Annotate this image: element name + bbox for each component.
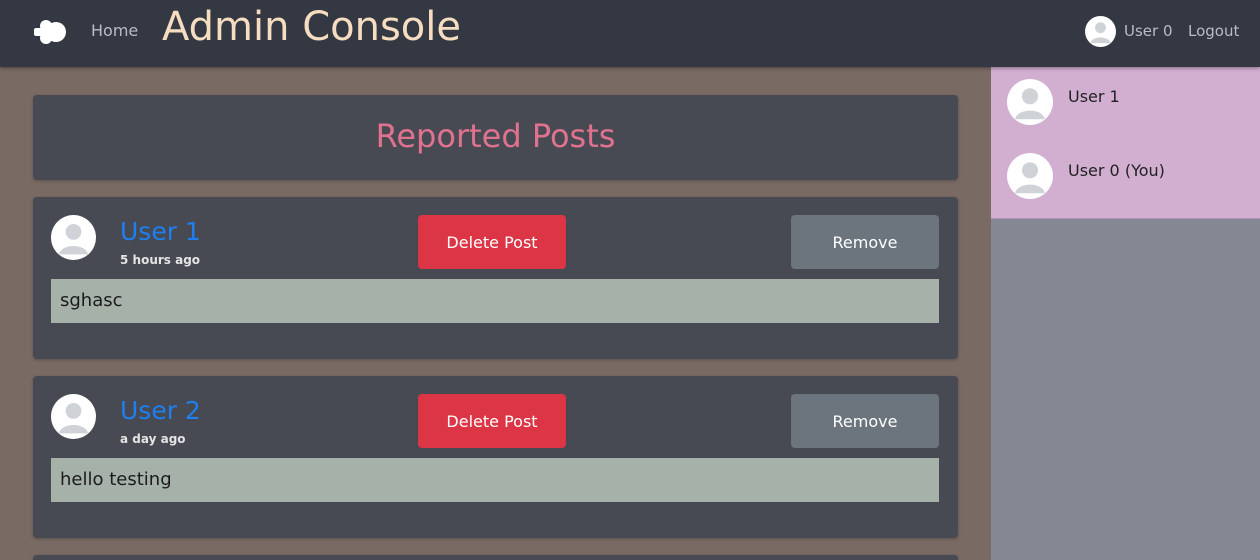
avatar-icon[interactable] (1085, 16, 1116, 47)
avatar-icon (1007, 79, 1053, 125)
reported-posts-header: Reported Posts (33, 95, 958, 180)
post-timestamp: a day ago (120, 432, 186, 446)
sidebar-item-label: User 1 (1068, 87, 1120, 106)
post-card: User 2 a day ago Delete Post Remove hell… (33, 376, 958, 538)
sidebar-item-user-1[interactable]: User 1 (991, 67, 1260, 145)
delete-post-button[interactable]: Delete Post (418, 394, 566, 448)
user-list-sidebar: User 1 User 0 (You) (991, 67, 1260, 560)
main-content: Reported Posts User 1 5 hours ago Delete… (33, 67, 958, 560)
remove-button[interactable]: Remove (791, 394, 939, 448)
sidebar-item-user-0[interactable]: User 0 (You) (991, 141, 1260, 219)
delete-post-button[interactable]: Delete Post (418, 215, 566, 269)
post-body: hello testing (51, 458, 939, 502)
post-card (33, 555, 958, 560)
post-author-link[interactable]: User 1 (120, 217, 201, 246)
post-timestamp: 5 hours ago (120, 253, 201, 267)
post-card: User 1 5 hours ago Delete Post Remove sg… (33, 197, 958, 359)
post-text: hello testing (60, 469, 172, 490)
post-text: sghasc (60, 290, 123, 311)
navbar: Home Admin Console User 0 Logout (0, 0, 1260, 67)
page-title: Reported Posts (375, 117, 616, 155)
post-body: sghasc (51, 279, 939, 323)
avatar-icon (51, 394, 96, 439)
logout-link[interactable]: Logout (1188, 22, 1239, 40)
app-title: Admin Console (162, 4, 461, 50)
cloud-logo-icon[interactable] (32, 14, 68, 50)
remove-button[interactable]: Remove (791, 215, 939, 269)
nav-home-link[interactable]: Home (91, 21, 138, 40)
nav-user-label[interactable]: User 0 (1124, 22, 1173, 40)
post-author-link[interactable]: User 2 (120, 396, 201, 425)
avatar-icon (51, 215, 96, 260)
sidebar-item-label: User 0 (You) (1068, 161, 1165, 180)
avatar-icon (1007, 153, 1053, 199)
